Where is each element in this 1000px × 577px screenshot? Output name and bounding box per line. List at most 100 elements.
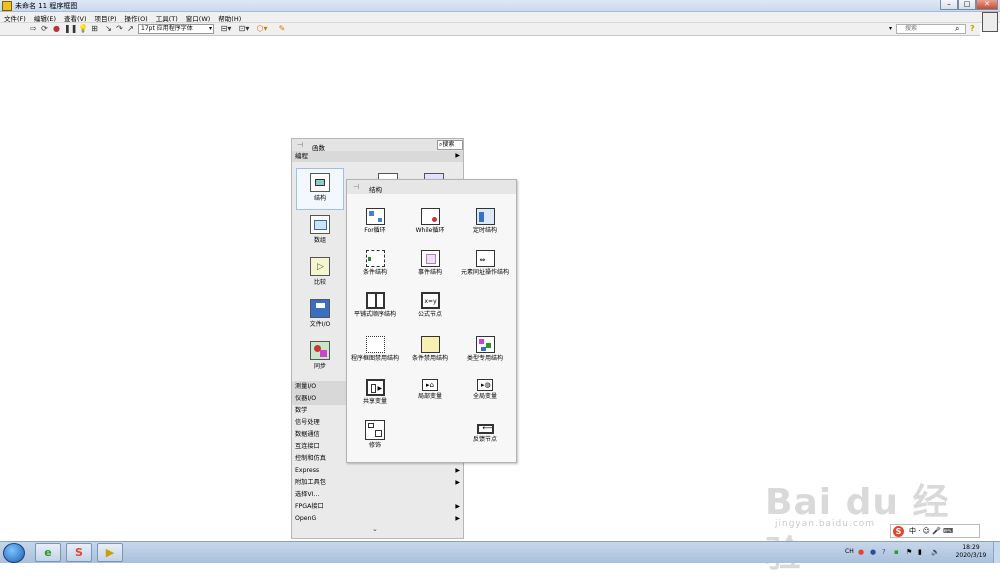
system-clock[interactable]: 18:29 2020/3/19 [950,544,992,560]
type-specialization-icon [475,336,495,353]
floppy-disk-icon [310,299,330,318]
minimize-button[interactable]: – [940,0,958,10]
pin-icon[interactable]: ⊣ [297,141,303,149]
volume-icon[interactable]: 🔈 [931,548,940,556]
palette-item-openg[interactable]: OpenG ▶ [292,513,463,525]
flat-sequence-item[interactable]: 平铺式顺序结构 [347,292,403,318]
palette-item-instrument-io[interactable]: 仪器I/O [292,393,347,405]
show-desktop-button[interactable] [993,542,1000,563]
step-into-icon[interactable]: ↘ [104,24,113,33]
while-loop-item[interactable]: While循环 [402,208,458,234]
synchronization-icon [310,341,330,360]
case-structure-icon [365,250,385,267]
palette-category-structures[interactable]: 结构 [296,168,344,210]
type-specialization-item[interactable]: 类型专用结构 [457,336,513,362]
structures-palette: ⊣ 结构 For循环 While循环 定时结构 条件结构 事件结构 ⇔ 元素同址… [346,179,517,463]
palette-section-programming[interactable]: 编程 ▶ [292,151,463,162]
palette-item-signal-processing[interactable]: 信号处理 [292,417,347,429]
diagram-disable-icon [365,336,385,353]
event-structure-item[interactable]: 事件结构 [402,250,458,276]
conditional-disable-item[interactable]: 条件禁用结构 [402,336,458,362]
help-tray-icon[interactable]: ? [882,548,886,556]
distribute-objects-icon[interactable]: ⊡▾ [237,24,251,33]
reorder-icon[interactable]: ⬡▾ [255,24,269,33]
help-icon[interactable]: ? [970,24,975,33]
shared-variable-item[interactable]: ▶ 共享变量 [347,379,403,405]
step-out-icon[interactable]: ↗ [126,24,135,33]
feedback-node-item[interactable]: ⟵ 反馈节点 [457,424,513,443]
palette-item-mathematics[interactable]: 数学 [292,405,347,417]
language-indicator[interactable]: CH [845,548,854,555]
retain-wire-values-icon[interactable]: ⊞ [90,24,99,33]
while-loop-icon [420,208,440,225]
palette-header: ⊣ 函数 ⌕搜索 [292,139,463,152]
security-tray-icon[interactable]: ▪ [894,548,899,556]
timed-structure-icon [475,208,495,225]
pause-icon[interactable]: ❚❚ [64,24,77,33]
close-button[interactable]: ✕ [976,0,998,10]
palette-item-connectivity[interactable]: 互连接口 [292,441,347,453]
palette-item-control-simulation[interactable]: 控制和仿真 [292,453,347,465]
palette-item-express[interactable]: Express ▶ [292,465,463,477]
step-over-icon[interactable]: ↷ [115,24,124,33]
timed-structure-item[interactable]: 定时结构 [457,208,513,234]
power-tray-icon[interactable]: ▮ [918,548,922,556]
palette-category-comparison[interactable]: ▷ 比较 [296,253,344,293]
in-place-element-item[interactable]: ⇔ 元素同址操作结构 [457,250,513,276]
for-loop-icon [365,208,385,225]
palette-search-button[interactable]: ⌕搜索 [437,140,463,150]
network-tray-icon[interactable]: ● [870,548,876,556]
start-button[interactable] [3,543,25,563]
toolbar: ⇨ ⟳ ● ❚❚ 💡 ⊞ ↘ ↷ ↗ 17pt 应用程序字体 ▾ ⊟▾ ⊡▾ ⬡▾… [0,23,980,36]
for-loop-item[interactable]: For循环 [347,208,403,234]
palette-item-addons[interactable]: 附加工具包 ▶ [292,477,463,489]
pin-icon[interactable]: ⊣ [353,183,359,191]
palette-item-data-communication[interactable]: 数据通信 [292,429,347,441]
flag-tray-icon[interactable]: ⚑ [906,548,912,556]
case-structure-item[interactable]: 条件结构 [347,250,403,276]
palette-item-measurement-io[interactable]: 测量I/O [292,381,347,393]
palette-item-select-vi[interactable]: 选择VI... [292,489,463,501]
palette-list: 测量I/O 仪器I/O 数学 信号处理 数据通信 互连接口 控制和仿真 [292,381,347,465]
palette-category-array[interactable]: 数组 [296,211,344,251]
global-variable-icon: ▸◍ [477,379,493,391]
run-continuous-icon[interactable]: ⟳ [40,24,49,33]
global-variable-item[interactable]: ▸◍ 全局变量 [457,379,513,400]
cleanup-diagram-icon[interactable]: ✎ [276,24,288,33]
maximize-button[interactable]: □ [958,0,976,10]
palette-category-synchronization[interactable]: 同步 [296,337,344,377]
structures-palette-header: ⊣ 结构 [347,180,516,194]
labview-app-icon [2,1,12,11]
ie-browser-icon[interactable]: e [35,543,61,562]
search-icon[interactable]: ⌕ [955,24,959,34]
palette-item-fpga[interactable]: FPGA接口 ▶ [292,501,463,513]
search-dropdown-icon[interactable]: ▾ [889,25,892,32]
structures-palette-title: 结构 [369,186,382,194]
conditional-disable-icon [420,336,440,353]
shared-variable-icon: ▶ [365,379,385,396]
palette-category-file-io[interactable]: 文件I/O [296,295,344,335]
sogou-app-icon[interactable]: S [66,543,92,562]
highlight-execution-icon[interactable]: 💡 [78,24,88,33]
expand-more-icon[interactable]: ⌄ [372,525,378,533]
labview-taskbar-icon[interactable]: ▶ [97,543,123,562]
align-objects-icon[interactable]: ⊟▾ [219,24,233,33]
ime-toolbar[interactable]: S 中 · ☺ 🎤 ⌨ [890,524,980,538]
formula-node-item[interactable]: x=y 公式节点 [402,292,458,318]
diagram-disable-item[interactable]: 程序框图禁用结构 [347,336,403,362]
sogou-icon: S [893,526,904,537]
font-select[interactable]: 17pt 应用程序字体 ▾ [138,24,214,34]
local-variable-item[interactable]: ▸⌂ 局部变量 [402,379,458,400]
sogou-tray-icon[interactable]: ● [858,548,864,556]
run-arrow-icon[interactable]: ⇨ [29,24,38,33]
taskbar: e S ▶ CH ● ● ? ▪ ⚑ ▮ 🔈 18:29 2020/3/19 [0,541,1000,563]
clock-date: 2020/3/19 [955,552,987,559]
array-grid-icon [310,215,330,234]
arrow-right-icon: ▶ [455,503,460,510]
arrow-right-icon: ▶ [455,467,460,474]
vi-icon[interactable] [982,12,998,32]
abort-icon[interactable]: ● [52,24,61,33]
baidu-watermark: Bai du 经验 jingyan.baidu.com [745,455,975,575]
decorations-item[interactable]: 修饰 [347,420,403,449]
watermark-url: jingyan.baidu.com [775,519,876,529]
